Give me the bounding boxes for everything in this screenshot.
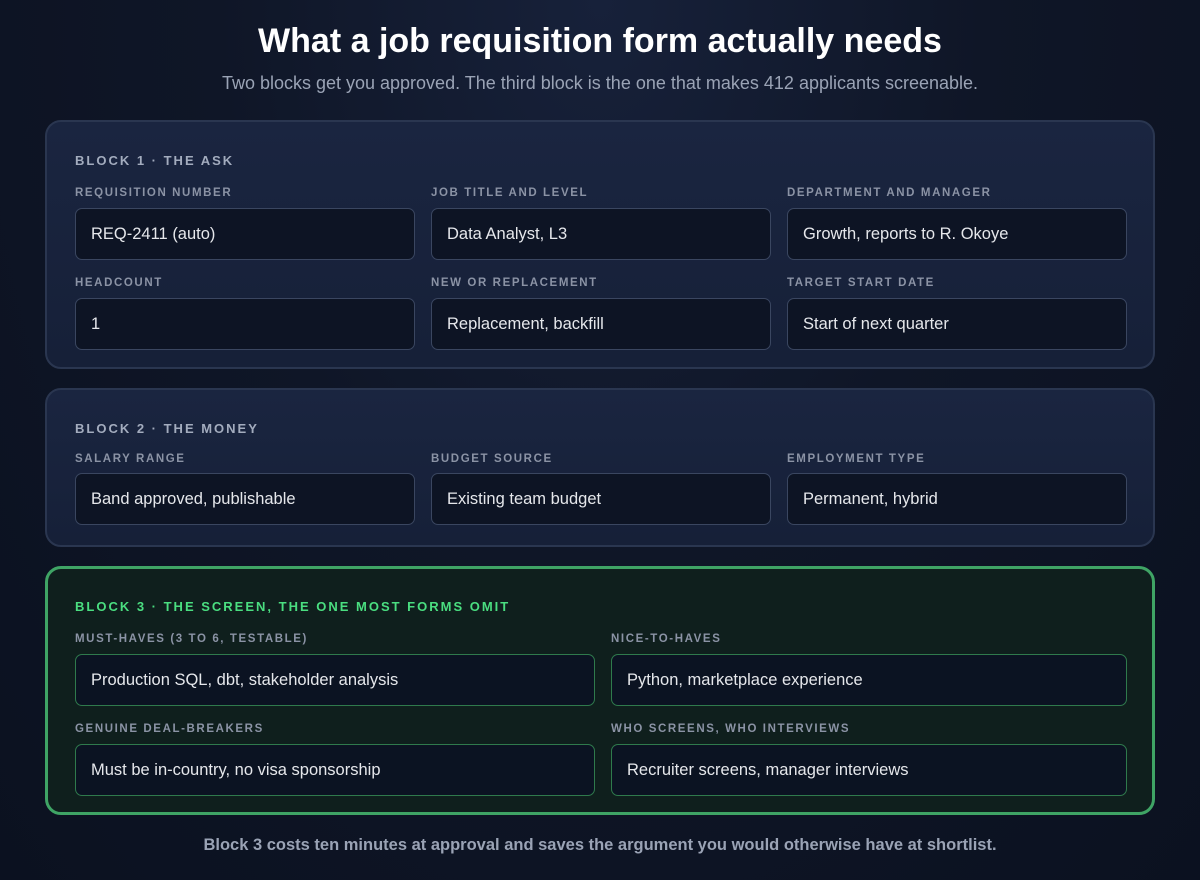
block-2-title: BLOCK 2 · THE MONEY xyxy=(75,421,259,436)
block-the-ask: BLOCK 1 · THE ASK REQUISITION NUMBER REQ… xyxy=(45,120,1155,369)
target-start-date-field[interactable]: Start of next quarter xyxy=(787,298,1127,350)
block-the-money: BLOCK 2 · THE MONEY SALARY RANGE Band ap… xyxy=(45,388,1155,547)
headcount-label: HEADCOUNT xyxy=(75,277,163,289)
requisition-number-field[interactable]: REQ-2411 (auto) xyxy=(75,208,415,260)
block-the-screen: BLOCK 3 · THE SCREEN, THE ONE MOST FORMS… xyxy=(45,566,1155,815)
job-title-level-label: JOB TITLE AND LEVEL xyxy=(431,187,589,199)
target-start-date-label: TARGET START DATE xyxy=(787,277,935,289)
department-manager-label: DEPARTMENT AND MANAGER xyxy=(787,187,992,199)
who-screens-field[interactable]: Recruiter screens, manager interviews xyxy=(611,744,1127,796)
must-haves-field[interactable]: Production SQL, dbt, stakeholder analysi… xyxy=(75,654,595,706)
salary-range-field[interactable]: Band approved, publishable xyxy=(75,473,415,525)
block-3-title: BLOCK 3 · THE SCREEN, THE ONE MOST FORMS… xyxy=(75,599,511,614)
budget-source-label: BUDGET SOURCE xyxy=(431,453,553,465)
block-1-title: BLOCK 1 · THE ASK xyxy=(75,153,235,168)
budget-source-field[interactable]: Existing team budget xyxy=(431,473,771,525)
employment-type-label: EMPLOYMENT TYPE xyxy=(787,453,926,465)
headcount-field[interactable]: 1 xyxy=(75,298,415,350)
deal-breakers-label: GENUINE DEAL-BREAKERS xyxy=(75,723,264,735)
new-or-replacement-field[interactable]: Replacement, backfill xyxy=(431,298,771,350)
nice-to-haves-label: NICE-TO-HAVES xyxy=(611,633,722,645)
nice-to-haves-field[interactable]: Python, marketplace experience xyxy=(611,654,1127,706)
footer-note: Block 3 costs ten minutes at approval an… xyxy=(203,836,997,854)
requisition-number-label: REQUISITION NUMBER xyxy=(75,187,233,199)
who-screens-label: WHO SCREENS, WHO INTERVIEWS xyxy=(611,723,851,735)
must-haves-label: MUST-HAVES (3 TO 6, TESTABLE) xyxy=(75,633,308,645)
page-subtitle: Two blocks get you approved. The third b… xyxy=(221,73,979,93)
deal-breakers-field[interactable]: Must be in-country, no visa sponsorship xyxy=(75,744,595,796)
page-title: What a job requisition form actually nee… xyxy=(258,22,942,60)
job-title-level-field[interactable]: Data Analyst, L3 xyxy=(431,208,771,260)
salary-range-label: SALARY RANGE xyxy=(75,453,186,465)
employment-type-field[interactable]: Permanent, hybrid xyxy=(787,473,1127,525)
department-manager-field[interactable]: Growth, reports to R. Okoye xyxy=(787,208,1127,260)
new-or-replacement-label: NEW OR REPLACEMENT xyxy=(431,277,598,289)
